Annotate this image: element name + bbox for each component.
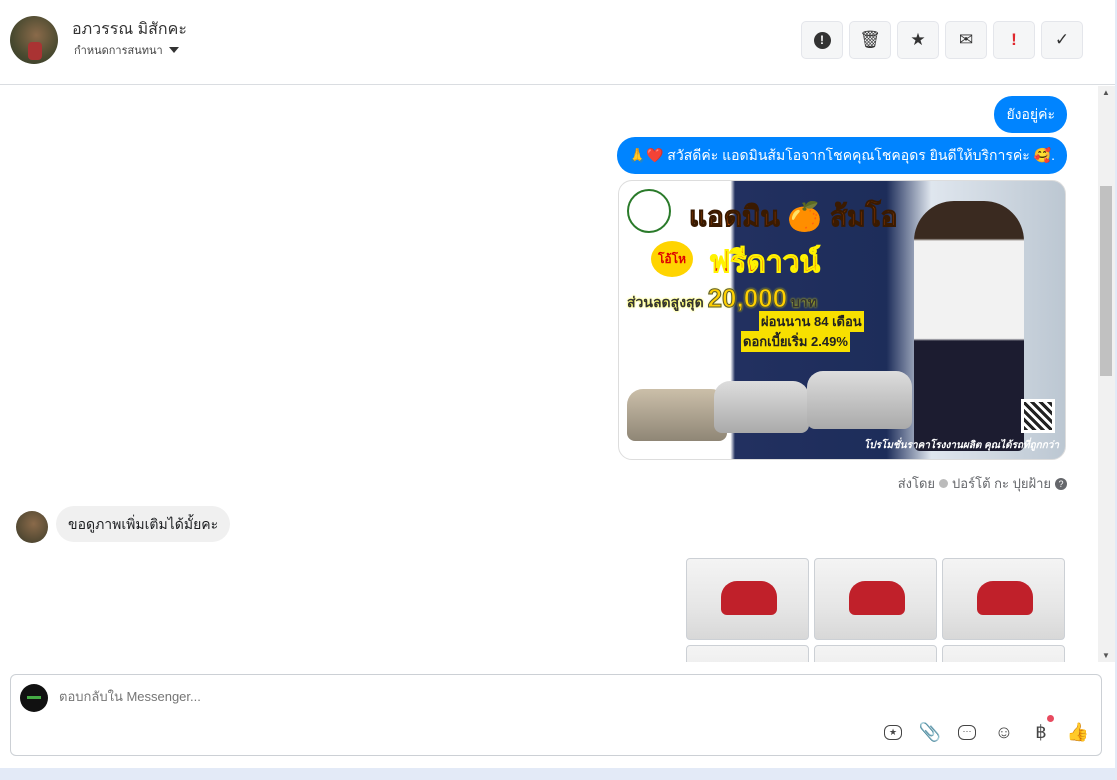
paperclip-icon: 📎: [918, 721, 942, 742]
bottom-bar: [0, 768, 1117, 780]
message-thread: ยังอยู่ค่ะ 🙏❤️ สวัสดีค่ะ แอดมินส้มโอจากโ…: [0, 86, 1098, 662]
spam-button[interactable]: !: [801, 21, 843, 59]
verified-icon: [939, 479, 949, 488]
ad-interest: ดอกเบี้ยเริ่ม 2.49%: [741, 331, 850, 352]
attach-button[interactable]: 📎: [919, 721, 941, 743]
important-button[interactable]: !: [993, 21, 1035, 59]
ad-discount-value: 20,000: [707, 283, 788, 314]
car-image: [807, 371, 912, 429]
mark-unread-button[interactable]: ✉: [945, 21, 987, 59]
car-photo[interactable]: [942, 558, 1065, 640]
star-bubble-icon: ★: [884, 724, 902, 740]
emoji-button[interactable]: ☺: [993, 721, 1015, 743]
promo-photo-person: [914, 201, 1024, 451]
contact-avatar-small: [16, 511, 48, 543]
notification-dot: [1047, 715, 1054, 722]
ad-headline: ฟรีดาวน์: [708, 246, 821, 280]
scrollbar[interactable]: ▲ ▼: [1098, 86, 1115, 662]
dealer-logo: [627, 189, 671, 233]
smiley-icon: ☺: [994, 721, 1014, 742]
composer-tools: ★ 📎 ··· ☺ ฿ 👍: [882, 715, 1089, 743]
scroll-down-icon[interactable]: ▼: [1102, 651, 1110, 660]
car-image: [627, 389, 727, 441]
ad-burst: โอ้โห: [651, 241, 693, 277]
car-photo[interactable]: [814, 558, 937, 640]
ad-footer: โปรโมชั่นราคาโรงงานผลิต คุณได้รถที่ถูกกว…: [863, 440, 1059, 451]
ad-discount: ส่วนลดสูงสุด 20,000 บาท: [627, 283, 817, 314]
scrollbar-thumb[interactable]: [1100, 186, 1112, 376]
check-icon: ✓: [1054, 30, 1070, 49]
exclamation-icon: !: [1011, 30, 1017, 49]
car-image: [714, 381, 809, 433]
outgoing-message: 🙏❤️ สวัสดีค่ะ แอดมินส้มโอจากโชคคุณโชคอุด…: [616, 137, 1067, 174]
sent-by-name[interactable]: ปอร์โต้ กะ ปุยฝ้าย: [952, 473, 1051, 494]
thumbs-up-icon: 👍: [1066, 721, 1090, 742]
car-photo[interactable]: [686, 558, 809, 640]
chat-bubble-icon: ···: [958, 724, 976, 740]
contact-name: อภวรรณ มิสักคะ: [72, 21, 187, 38]
contact-avatar[interactable]: [10, 16, 58, 64]
sent-by-label: ส่งโดย: [897, 476, 936, 491]
chat-bubble-button[interactable]: ···: [956, 721, 978, 743]
car-photo[interactable]: [942, 645, 1065, 662]
caret-down-icon: [168, 47, 179, 53]
done-button[interactable]: ✓: [1041, 21, 1083, 59]
car-photo[interactable]: [814, 645, 937, 662]
car-photo[interactable]: [686, 645, 809, 662]
reply-composer: ★ 📎 ··· ☺ ฿ 👍: [10, 674, 1102, 756]
ad-discount-unit: บาท: [790, 294, 817, 310]
star-icon: ★: [910, 30, 926, 49]
incoming-message: ขอดูภาพเพิ่มเติมได้มั้ยคะ: [56, 506, 231, 542]
page-avatar: [20, 684, 48, 712]
alert-circle-icon: !: [813, 31, 831, 49]
promo-image[interactable]: แอดมิน 🍊 ส้มโอ โอ้โห ฟรีดาวน์ ส่วนลดสูงส…: [618, 180, 1066, 460]
photo-grid: [686, 558, 1065, 662]
sent-by: ส่งโดย ปอร์โต้ กะ ปุยฝ้าย ?: [898, 473, 1067, 494]
baht-icon: ฿: [1035, 721, 1047, 742]
header-actions: ! 🗑 ★ ✉ ! ✓: [801, 21, 1083, 59]
qr-code: [1021, 399, 1055, 433]
assign-label: กำหนดการสนทนา: [74, 45, 163, 57]
scroll-up-icon[interactable]: ▲: [1102, 88, 1110, 97]
ad-title: แอดมิน 🍊 ส้มโอ: [688, 201, 898, 233]
conversation-header: อภวรรณ มิสักคะ กำหนดการสนทนา ! 🗑 ★ ✉ ! ✓: [0, 0, 1115, 85]
star-button[interactable]: ★: [897, 21, 939, 59]
outgoing-message: ยังอยู่ค่ะ: [994, 96, 1067, 133]
delete-button[interactable]: 🗑: [849, 21, 891, 59]
like-button[interactable]: 👍: [1067, 721, 1089, 743]
payment-button[interactable]: ฿: [1030, 715, 1054, 743]
trash-icon: 🗑: [859, 30, 881, 49]
ad-installment: ผ่อนนาน 84 เดือน: [759, 311, 864, 332]
help-icon[interactable]: ?: [1055, 477, 1067, 490]
saved-replies-button[interactable]: ★: [882, 721, 904, 743]
reply-input[interactable]: [59, 689, 859, 704]
assign-conversation-dropdown[interactable]: กำหนดการสนทนา: [74, 41, 179, 59]
ad-discount-label: ส่วนลดสูงสุด: [627, 294, 704, 310]
envelope-icon: ✉: [958, 30, 974, 49]
